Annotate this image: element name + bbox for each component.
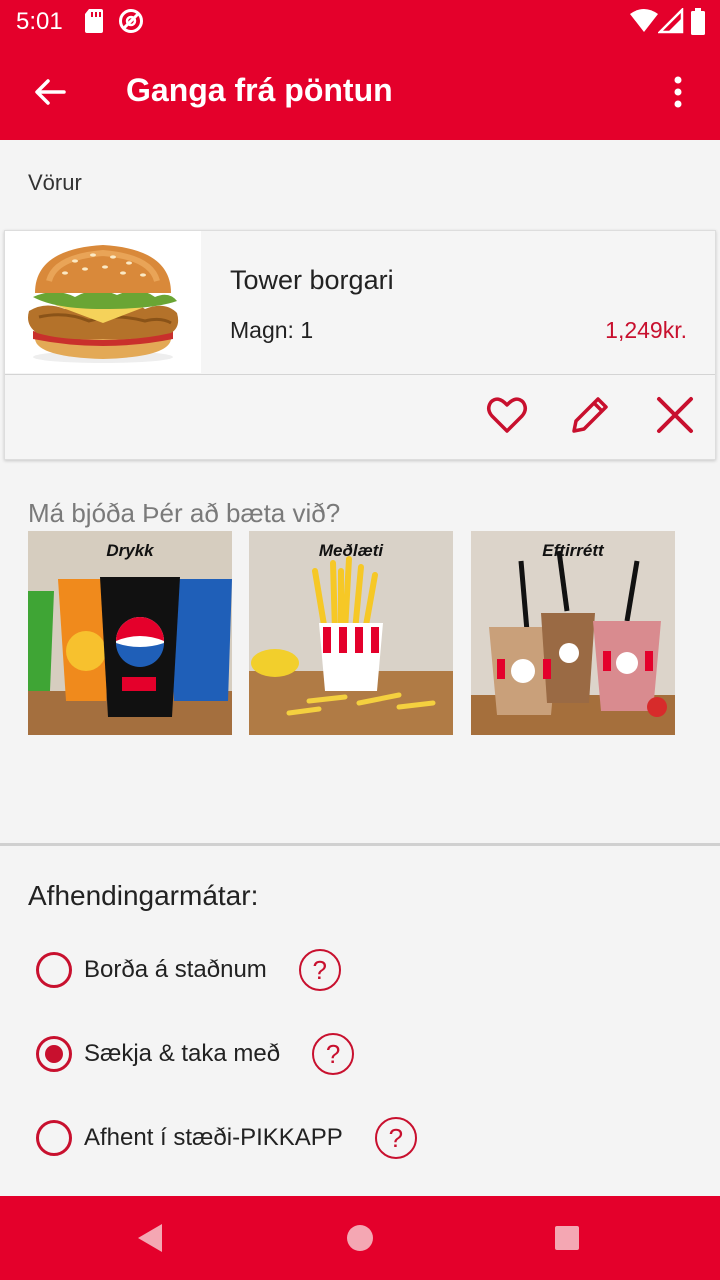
heart-icon[interactable]: [483, 391, 531, 439]
signal-icon: [658, 8, 684, 34]
product-image: [5, 231, 201, 373]
upsell-tile-label: Eftirrétt: [542, 541, 604, 560]
upsell-tile-label: Drykk: [106, 541, 154, 560]
radio-button-selected[interactable]: [36, 1036, 72, 1072]
sd-card-icon: [85, 9, 103, 33]
system-nav-bar: [0, 1196, 720, 1280]
nav-recents-icon[interactable]: [547, 1218, 587, 1258]
pencil-icon[interactable]: [566, 391, 614, 439]
status-bar: 5:01: [0, 0, 720, 44]
products-section-label: Vörur: [28, 170, 82, 195]
section-divider: [0, 843, 720, 846]
battery-icon: [691, 8, 705, 35]
desserts-image: [471, 531, 675, 735]
delivery-title: Afhendingarmátar:: [28, 880, 259, 911]
radio-button[interactable]: [36, 952, 72, 988]
upsell-tile-drink[interactable]: Drykk: [28, 531, 232, 735]
arrow-back-icon[interactable]: [28, 70, 72, 114]
product-price: 1,249kr.: [605, 317, 687, 343]
nav-back-icon[interactable]: [130, 1218, 170, 1258]
more-vert-icon[interactable]: [656, 70, 700, 114]
drinks-image: [28, 531, 232, 735]
help-icon[interactable]: ?: [298, 949, 341, 991]
delivery-option-label: Sækja & taka með: [84, 1040, 281, 1067]
burger-image: [28, 245, 179, 363]
upsell-tile-label: Meðlæti: [318, 541, 384, 560]
delivery-option-label: Borða á staðnum: [84, 956, 267, 983]
delivery-option-label: Afhent í stæði-PIKKAPP: [84, 1124, 343, 1151]
delivery-option-dine-in[interactable]: Borða á staðnum ?: [36, 948, 341, 992]
nav-home-icon[interactable]: [340, 1218, 380, 1258]
delivery-option-takeaway[interactable]: Sækja & taka með ?: [36, 1032, 355, 1076]
cart-item-card: Tower borgari Magn: 1 1,249kr.: [4, 230, 716, 460]
status-time: 5:01: [16, 8, 63, 35]
upsell-title: Má bjóða Þér að bæta við?: [28, 498, 341, 528]
product-name: Tower borgari: [230, 265, 394, 295]
fries-image: [249, 531, 453, 735]
page-title: Ganga frá pöntun: [126, 72, 393, 108]
app-bar: Ganga frá pöntun: [0, 44, 720, 140]
radio-button[interactable]: [36, 1120, 72, 1156]
upsell-tile-sides[interactable]: Meðlæti: [249, 531, 453, 735]
help-icon[interactable]: ?: [312, 1033, 355, 1075]
upsell-tile-dessert[interactable]: Eftirrétt: [471, 531, 675, 735]
no-disturb-icon: [119, 9, 143, 33]
close-icon[interactable]: [651, 391, 699, 439]
product-quantity: Magn: 1: [230, 317, 314, 343]
delivery-option-curbside[interactable]: Afhent í stæði-PIKKAPP ?: [36, 1116, 417, 1160]
help-icon[interactable]: ?: [374, 1117, 417, 1159]
wifi-icon: [630, 9, 658, 32]
card-divider: [5, 374, 715, 375]
